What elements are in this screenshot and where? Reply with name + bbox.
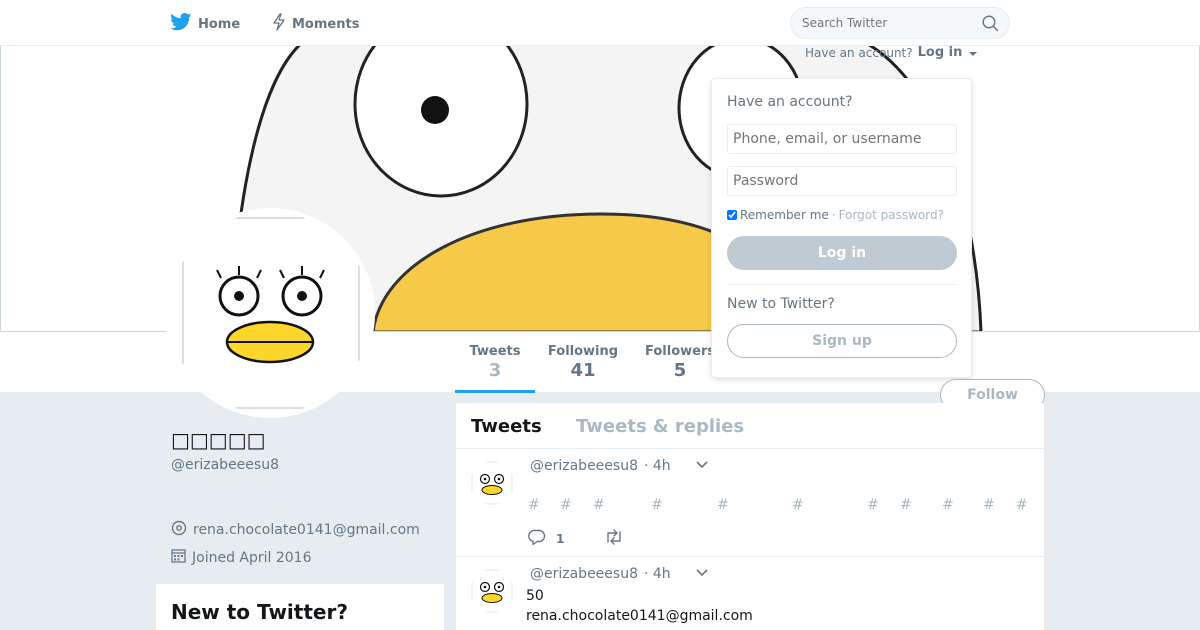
remember-row: Remember me · Forgot password?: [727, 208, 944, 222]
hash-mark: #: [867, 497, 879, 513]
tab-tweets-and-replies[interactable]: Tweets & replies: [576, 416, 744, 437]
hash-mark: #: [942, 497, 954, 513]
login-dropdown-toggle[interactable]: Log in: [918, 45, 977, 60]
forgot-password-link[interactable]: Forgot password?: [839, 208, 944, 222]
twitter-bird-icon: [170, 13, 192, 35]
separator-dot: ·: [831, 208, 836, 222]
chevron-down-icon[interactable]: [695, 566, 709, 582]
tweet-timestamp[interactable]: · 4h: [644, 458, 671, 474]
profile-location: rena.chocolate0141@gmail.com: [171, 520, 420, 540]
profile-screen-name[interactable]: @erizabeeesu8: [171, 457, 279, 473]
password-input[interactable]: [727, 166, 957, 196]
joined-date-text: Joined April 2016: [192, 549, 312, 566]
tweet-header: @erizabeeesu8 · 4h: [530, 458, 709, 474]
login-hint-text: Have an account?: [805, 45, 913, 60]
tweet-text-line: 50: [526, 588, 544, 604]
stat-tweets-value: 3: [488, 360, 502, 381]
new-to-twitter-label: New to Twitter?: [727, 296, 835, 312]
tab-tweets[interactable]: Tweets: [471, 416, 542, 437]
tweet-item[interactable]: @erizabeeesu8 · 4h 50 rena.chocolate0141…: [456, 557, 1044, 630]
tweet-header: @erizabeeesu8 · 4h: [530, 566, 709, 582]
hash-mark: #: [792, 497, 804, 513]
signup-promo-card: New to Twitter?: [156, 584, 444, 630]
search-box[interactable]: [790, 7, 1010, 39]
stat-following-value: 41: [570, 360, 596, 381]
stat-tweets-label: Tweets: [469, 344, 521, 359]
hash-mark: #: [983, 497, 995, 513]
timeline-tabs: Tweets Tweets & replies: [456, 403, 1044, 449]
stat-followers-label: Followers: [645, 344, 716, 359]
login-divider: [727, 284, 957, 285]
tweet-timeline: Tweets Tweets & replies @erizabeeesu8 · …: [456, 403, 1044, 630]
profile-join-date: Joined April 2016: [171, 548, 312, 567]
tweet-avatar[interactable]: [470, 569, 514, 613]
login-dropdown-panel: Have an account? Remember me · Forgot pa…: [711, 78, 972, 378]
hash-mark: #: [1016, 497, 1028, 513]
hash-mark: #: [900, 497, 912, 513]
tweet-handle[interactable]: @erizabeeesu8: [530, 458, 638, 474]
reply-icon[interactable]: [528, 529, 546, 548]
caret-down-icon: [968, 52, 977, 56]
nav-moments[interactable]: Moments: [272, 13, 359, 35]
tweet-hashtag-row: # # # # # # # # # # #: [456, 497, 1200, 517]
profile-display-name[interactable]: □□□□□: [171, 428, 265, 452]
hash-mark: #: [651, 497, 663, 513]
hash-mark: #: [717, 497, 729, 513]
tweet-handle[interactable]: @erizabeeesu8: [530, 566, 638, 582]
calendar-icon: [171, 548, 186, 567]
stat-tweets[interactable]: Tweets 3: [455, 344, 535, 393]
lightning-icon: [272, 13, 286, 35]
login-link-label: Log in: [917, 45, 963, 60]
stat-followers-value: 5: [673, 360, 687, 381]
profile-avatar[interactable]: [165, 208, 375, 418]
login-panel-title: Have an account?: [727, 94, 853, 110]
retweet-icon[interactable]: [604, 529, 624, 548]
tweet-actions: 1: [528, 529, 624, 548]
login-submit-button[interactable]: Log in: [727, 236, 957, 270]
stat-following-label: Following: [547, 344, 619, 359]
hash-mark: #: [560, 497, 572, 513]
profile-email: rena.chocolate0141@gmail.com: [193, 522, 420, 538]
tweet-item[interactable]: @erizabeeesu8 · 4h # # # # # # # # # # #…: [456, 449, 1044, 557]
stat-followers[interactable]: Followers 5: [645, 344, 715, 381]
reply-count: 1: [556, 531, 565, 546]
search-icon[interactable]: [982, 15, 999, 36]
tweet-timestamp[interactable]: · 4h: [644, 566, 671, 582]
signup-card-title: New to Twitter?: [171, 600, 348, 624]
nav-home[interactable]: Home: [170, 13, 240, 35]
hash-mark: #: [593, 497, 605, 513]
nav-moments-label: Moments: [292, 16, 360, 32]
remember-me-label[interactable]: Remember me: [740, 208, 829, 222]
tweet-text-line: rena.chocolate0141@gmail.com: [526, 608, 753, 624]
nav-home-label: Home: [198, 16, 241, 32]
hash-mark: #: [528, 497, 540, 513]
chevron-down-icon[interactable]: [695, 458, 709, 474]
top-nav-bar: Home Moments: [0, 0, 1200, 46]
stat-following[interactable]: Following 41: [545, 344, 621, 381]
search-input[interactable]: [802, 16, 972, 30]
username-input[interactable]: [727, 124, 957, 154]
location-pin-icon: [171, 520, 187, 540]
signup-button[interactable]: Sign up: [727, 324, 957, 358]
remember-me-checkbox[interactable]: [727, 210, 737, 220]
login-hint: Have an account? Log in: [805, 45, 977, 60]
